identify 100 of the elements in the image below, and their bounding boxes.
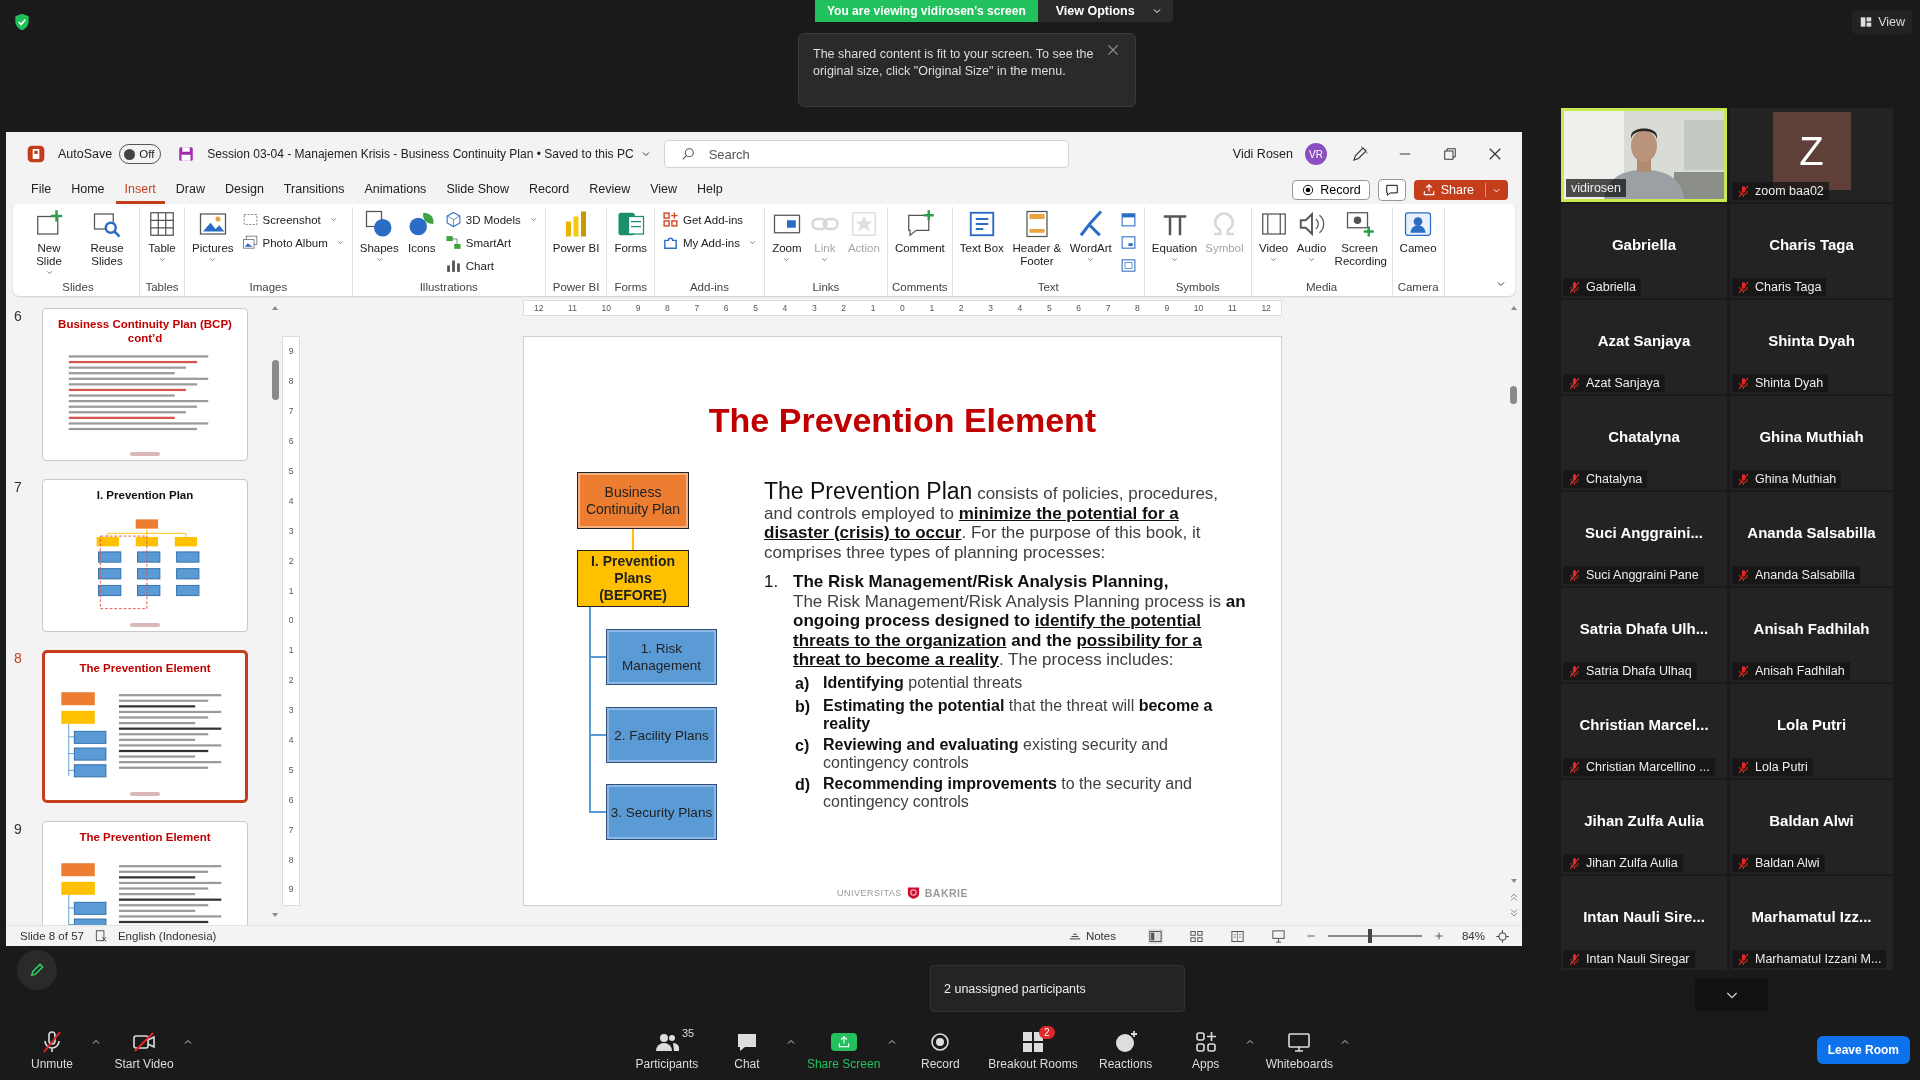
menu-tab[interactable]: Review: [580, 176, 640, 204]
toolbar-button[interactable]: Chat: [708, 1029, 785, 1071]
user-avatar[interactable]: VR: [1305, 143, 1327, 165]
list-letter: c): [795, 736, 811, 756]
ribbon-button[interactable]: Cameo: [1396, 207, 1440, 255]
toolbar-button[interactable]: Whiteboards: [1259, 1029, 1340, 1071]
list-item-text: Reviewing and evaluating existing security and contingency controls: [823, 736, 1169, 771]
participant-label: Jihan Zulfa Aulia: [1586, 856, 1678, 870]
toolbar-label: Participants: [635, 1056, 699, 1071]
ribbon-button[interactable]: Reuse Slides: [79, 207, 135, 268]
ruler-number: 6: [1076, 303, 1082, 313]
thumbnail-title: Business Continuity Plan (BCP) cont’d: [57, 317, 233, 345]
user-name: Vidi Rosen: [1232, 147, 1293, 161]
slide-thumbnail[interactable]: The Prevention Element: [42, 821, 248, 925]
view-options-button[interactable]: View Options: [1037, 0, 1173, 22]
ribbon-button[interactable]: Pictures: [189, 207, 237, 264]
ribbon-button[interactable]: New Slide: [21, 207, 77, 277]
thumbnail-title: The Prevention Element: [79, 830, 211, 844]
participant-name: Lola Putri: [1776, 715, 1847, 733]
ribbon-button[interactable]: Comment: [891, 207, 948, 255]
ribbon-button[interactable]: Screen Recording: [1331, 207, 1388, 268]
slide-thumbnail[interactable]: The Prevention Element: [42, 650, 248, 803]
toolbar-button[interactable]: Start Video: [106, 1029, 182, 1071]
ribbon-button[interactable]: Chart: [441, 255, 541, 276]
ribbon-button[interactable]: Video: [1255, 207, 1292, 264]
ribbon-button[interactable]: SmartArt: [441, 232, 541, 253]
menu-tab[interactable]: Home: [62, 176, 114, 204]
ribbon-button[interactable]: Screenshot: [238, 209, 348, 230]
ruler-number: 10: [601, 303, 612, 313]
ribbon-button[interactable]: Equation: [1148, 207, 1201, 264]
group-label: Slides: [61, 281, 95, 295]
ribbon-button[interactable]: Audio: [1293, 207, 1330, 264]
list-letter: a): [795, 673, 811, 693]
ribbon-button[interactable]: Icons: [403, 207, 440, 255]
group-label: Symbols: [1174, 281, 1221, 295]
share-button[interactable]: Share: [1413, 180, 1508, 200]
toolbar-button[interactable]: Apps: [1167, 1029, 1244, 1071]
toolbar-button[interactable]: Unmute: [14, 1029, 90, 1071]
ribbon-button[interactable]: WordArt: [1066, 207, 1115, 264]
ribbon-button[interactable]: Shapes: [356, 207, 402, 264]
menu-tab[interactable]: Slide Show: [437, 176, 518, 204]
participant-name: Shinta Dyah: [1768, 331, 1855, 349]
ruler-number: 2: [958, 303, 964, 313]
menu-tab[interactable]: Design: [215, 176, 273, 204]
ribbon-button[interactable]: 3D Models: [441, 209, 541, 230]
ruler-number: 7: [694, 303, 700, 313]
ribbon-button[interactable]: Text Box: [956, 207, 1007, 255]
participant-name: Christian Marcel...: [1579, 715, 1709, 733]
notes-button[interactable]: Notes: [1067, 929, 1116, 943]
ribbon-button[interactable]: Get Add-ins: [659, 209, 760, 230]
participant-label: Ghina Muthiah: [1755, 472, 1837, 486]
slide-number: 9: [14, 821, 23, 837]
notification-badge: 2: [1039, 1025, 1055, 1039]
record-button[interactable]: Record: [1292, 180, 1370, 200]
menu-tab[interactable]: View: [641, 176, 687, 204]
diagram-node: I. Prevention Plans (BEFORE): [577, 550, 689, 607]
participant-name: Satria Dhafa Ulh...: [1579, 619, 1709, 637]
group-label: Media: [1304, 281, 1339, 295]
participant-count: 35: [681, 1026, 695, 1039]
group-label: Camera: [1396, 281, 1440, 295]
view-button[interactable]: View: [1852, 10, 1912, 34]
slide-paragraph: The Risk Management/Risk Analysis Planning process is an ongoing process designed to identify the potential threats to the organization and the possibility for a threat to become a reality. The process includes:: [793, 591, 1247, 670]
participant-name: Marhamatul Izz...: [1751, 907, 1872, 925]
ruler-number: 4: [288, 736, 294, 745]
participant-label: vidirosen: [1571, 181, 1622, 195]
diagram-node: 3. Security Plans: [606, 784, 717, 840]
toolbar-button[interactable]: 35 Participants: [628, 1029, 705, 1071]
leave-button[interactable]: Leave Room: [1816, 1036, 1910, 1064]
ruler-number: 6: [288, 795, 294, 805]
ruler-number: 9: [635, 303, 641, 313]
slide-thumbnail[interactable]: I. Prevention Plan: [42, 479, 248, 632]
ribbon-button[interactable]: Table: [144, 207, 180, 264]
participant-label: Charis Taga: [1755, 280, 1822, 294]
participant-label: Baldan Alwi: [1755, 856, 1820, 870]
ribbon-button[interactable]: Power BI: [549, 207, 603, 255]
footer-logo-text: UNIVERSITAS: [836, 887, 902, 898]
ruler-number: 1: [288, 586, 294, 596]
ribbon-button[interactable]: Zoom: [768, 207, 805, 264]
ruler-number: 5: [753, 303, 758, 313]
search-field[interactable]: Search: [663, 140, 1069, 168]
slide-thumbnail[interactable]: Business Continuity Plan (BCP) cont’d: [42, 308, 248, 461]
menu-tab[interactable]: Animations: [355, 176, 436, 204]
menu-tab[interactable]: File: [22, 176, 61, 204]
ruler-number: 6: [288, 437, 294, 447]
ruler-number: 4: [1017, 303, 1023, 313]
menu-tab[interactable]: Record: [519, 176, 579, 204]
participant-name: Azat Sanjaya: [1597, 331, 1691, 349]
menu-tab[interactable]: Draw: [166, 176, 214, 204]
ribbon-button[interactable]: Photo Album: [238, 232, 348, 253]
toolbar-button[interactable]: Share Screen: [800, 1029, 887, 1071]
ruler-number: 2: [841, 303, 847, 313]
toolbar-button[interactable]: Record: [902, 1029, 979, 1071]
ribbon-button[interactable]: Forms: [611, 207, 650, 255]
menu-tab[interactable]: Help: [688, 176, 732, 204]
ribbon-button[interactable]: Header & Footer: [1008, 207, 1065, 268]
menu-tab[interactable]: Transitions: [274, 176, 354, 204]
group-label: Tables: [144, 281, 180, 295]
ruler-number: 8: [665, 303, 670, 313]
ribbon-button[interactable]: My Add-ins: [659, 232, 760, 253]
toolbar-button[interactable]: Reactions: [1087, 1029, 1164, 1071]
